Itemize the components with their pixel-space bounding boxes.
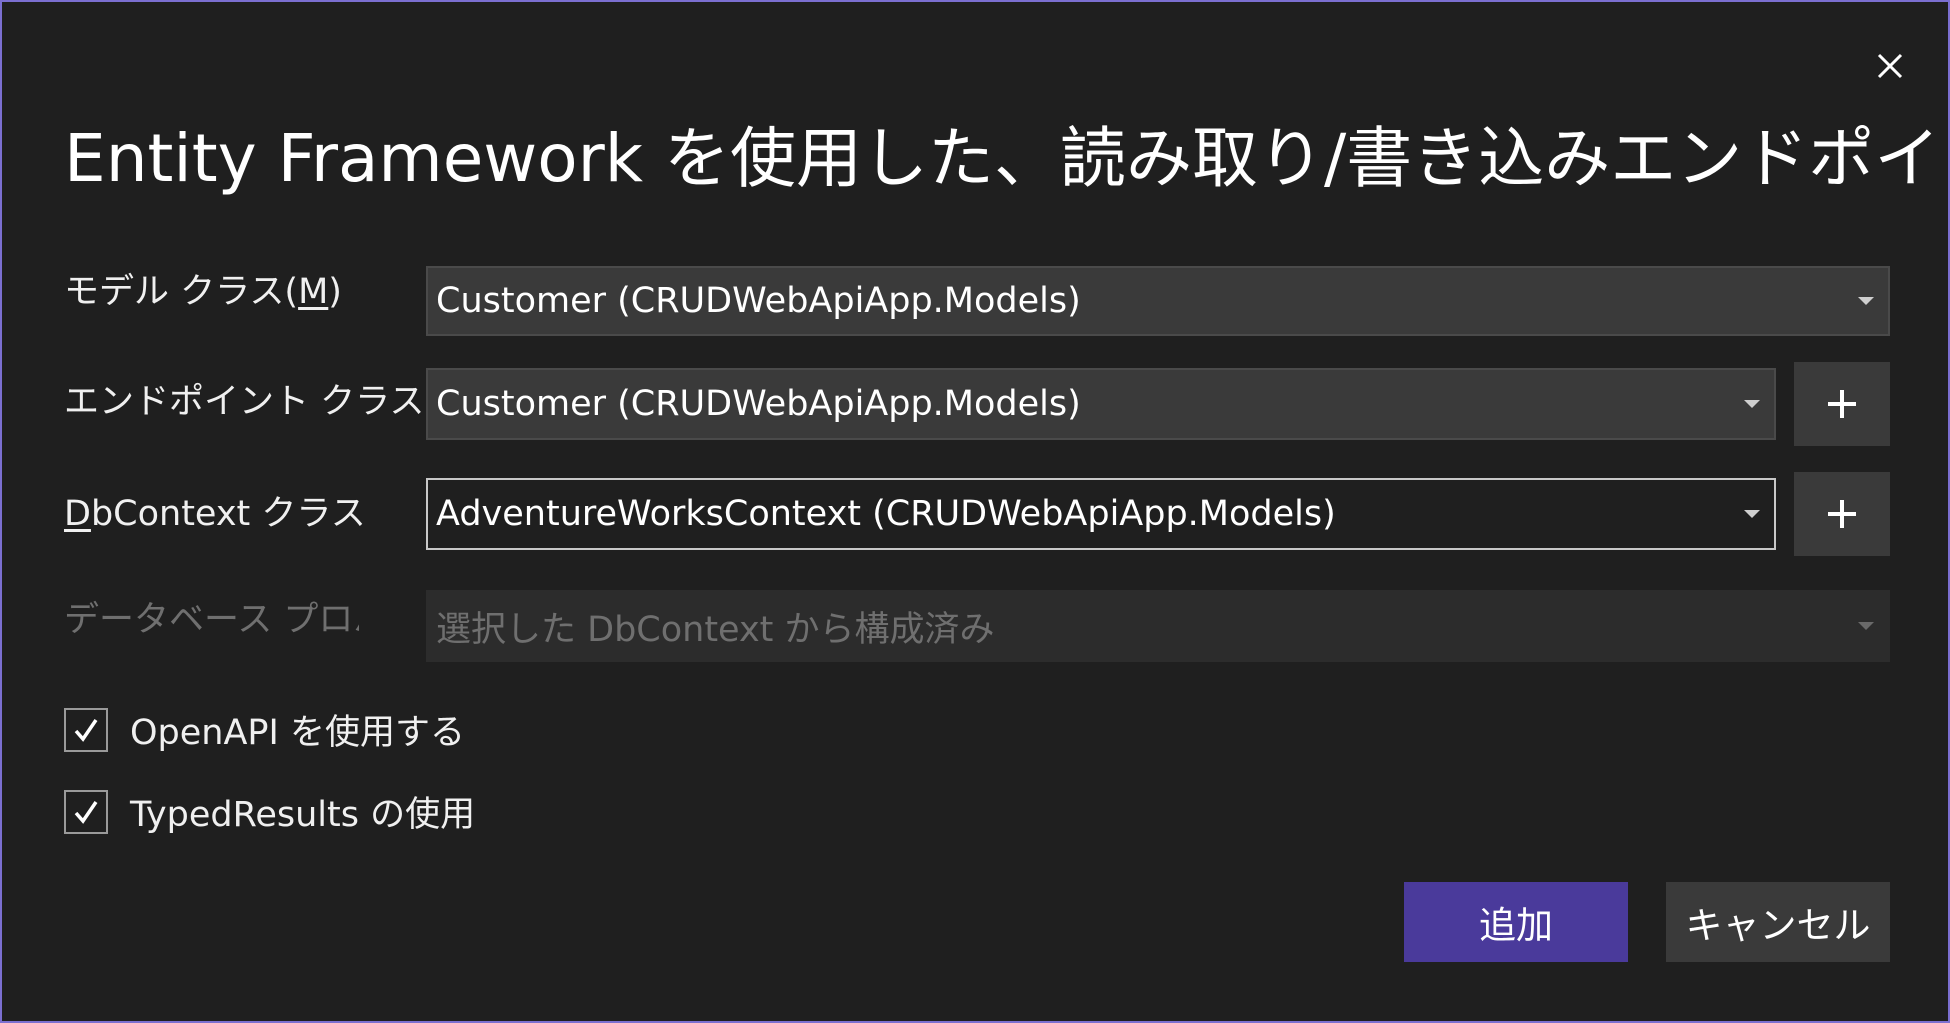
typed-results-option[interactable]: TypedResults の使用 [64, 786, 475, 837]
dbcontext-class-combobox[interactable]: AdventureWorksContext (CRUDWebApiApp.Mod… [426, 478, 1776, 550]
endpoint-class-value: Customer (CRUDWebApiApp.Models) [436, 384, 1081, 424]
openapi-label: OpenAPI を使用する [130, 713, 465, 753]
dbcontext-class-label: DbContext クラス [64, 490, 366, 538]
model-class-label-suffix: ) [328, 272, 342, 312]
model-class-value: Customer (CRUDWebApiApp.Models) [436, 281, 1081, 321]
typed-results-checkbox[interactable] [64, 789, 108, 834]
cancel-button[interactable]: キャンセル [1666, 882, 1890, 962]
openapi-checkbox[interactable] [64, 707, 108, 752]
model-class-label: モデル クラス(M) [64, 268, 342, 316]
close-icon [1877, 53, 1903, 79]
endpoint-class-label: エンドポイント クラス [64, 382, 425, 422]
dbcontext-class-value: AdventureWorksContext (CRUDWebApiApp.Mod… [436, 494, 1336, 534]
database-provider-combobox: 選択した DbContext から構成済み [426, 590, 1890, 662]
dbcontext-class-label-accesskey: D [64, 494, 91, 534]
database-provider-label: データベース プロバイダー [64, 600, 359, 640]
typed-results-label: TypedResults の使用 [130, 795, 476, 835]
chevron-down-icon [1744, 400, 1760, 408]
chevron-down-icon [1858, 297, 1874, 305]
model-class-label-text: モデル クラス( [64, 272, 299, 312]
chevron-down-icon [1744, 510, 1760, 518]
checkmark-icon [74, 800, 98, 824]
endpoint-class-combobox[interactable]: Customer (CRUDWebApiApp.Models) [426, 368, 1776, 440]
checkmark-icon [74, 718, 98, 742]
close-button[interactable] [1864, 40, 1916, 92]
model-class-label-accesskey: M [298, 272, 329, 312]
add-button[interactable]: 追加 [1404, 882, 1628, 962]
chevron-down-icon [1858, 622, 1874, 630]
plus-icon [1828, 500, 1856, 528]
dialog-title: Entity Framework を使用した、読み取り/書き込みエンドポイントを… [64, 120, 1948, 197]
database-provider-value: 選択した DbContext から構成済み [436, 609, 995, 650]
plus-icon [1828, 390, 1856, 418]
add-dbcontext-class-button[interactable] [1794, 472, 1890, 556]
model-class-combobox[interactable]: Customer (CRUDWebApiApp.Models) [426, 266, 1890, 336]
add-api-dialog: Entity Framework を使用した、読み取り/書き込みエンドポイントを… [0, 0, 1950, 1023]
add-endpoint-class-button[interactable] [1794, 362, 1890, 446]
dbcontext-class-label-text: bContext クラス [90, 494, 366, 534]
openapi-option[interactable]: OpenAPI を使用する [64, 704, 465, 755]
